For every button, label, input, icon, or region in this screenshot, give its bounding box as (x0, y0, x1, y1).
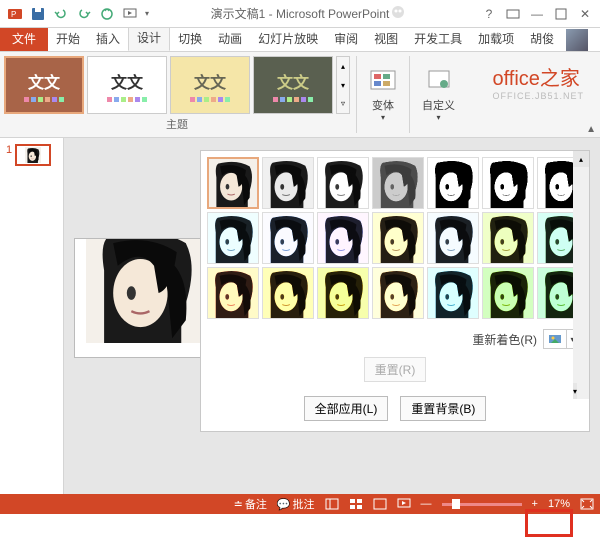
slideshow-icon[interactable] (119, 3, 141, 25)
recolor-option-0[interactable] (207, 157, 259, 209)
recolor-option-4[interactable] (427, 157, 479, 209)
tab-addins[interactable]: 加载项 (470, 26, 522, 51)
tab-transitions[interactable]: 切换 (170, 26, 210, 51)
recolor-row: 重新着色(R) ▾ (201, 325, 589, 353)
zoom-in-icon[interactable]: + (532, 498, 538, 510)
save-icon[interactable] (27, 3, 49, 25)
themes-gallery-expand[interactable]: ▴▾▿ (336, 56, 350, 114)
recolor-option-8[interactable] (262, 212, 314, 264)
zoom-out-icon[interactable]: — (421, 498, 432, 510)
recolor-label: 重新着色(R) (472, 331, 537, 348)
window-title: 演示文稿1 - Microsoft PowerPoint (211, 5, 390, 22)
reset-background-button[interactable]: 重置背景(B) (400, 396, 486, 421)
recolor-option-18[interactable] (427, 267, 479, 319)
tab-slideshow[interactable]: 幻灯片放映 (250, 26, 326, 51)
window-controls: ? — ✕ (478, 3, 596, 25)
view-normal-icon[interactable] (325, 498, 339, 510)
slide-number: 1 (6, 144, 12, 156)
recolor-option-10[interactable] (372, 212, 424, 264)
theme-thumb-3[interactable]: 文文 (170, 56, 250, 114)
ribbon-tabs: 文件 开始 插入 设计 切换 动画 幻灯片放映 审阅 视图 开发工具 加载项 胡… (0, 28, 600, 52)
tab-animations[interactable]: 动画 (210, 26, 250, 51)
redo-icon[interactable] (73, 3, 95, 25)
display-options-icon[interactable] (502, 3, 524, 25)
app-icon[interactable]: P (4, 3, 26, 25)
ribbon-content: 文文 文文 文文 文文 ▴▾▿ 主题 变体▾ 自定义▾ office之家OFFI… (0, 52, 600, 138)
tab-review[interactable]: 审阅 (326, 26, 366, 51)
recolor-panel: 重新着色(R) ▾ 重置(R) 全部应用(L) 重置背景(B) ▴ ▾ (200, 150, 590, 432)
statusbar: ≐ 备注 💬 批注 — + 17% (0, 494, 600, 514)
zoom-level[interactable]: 17% (548, 498, 570, 510)
recolor-option-17[interactable] (372, 267, 424, 319)
recolor-option-9[interactable] (317, 212, 369, 264)
quick-access-toolbar: P ▾ (4, 3, 152, 25)
slide-thumbnail-1[interactable] (15, 144, 51, 166)
recolor-option-11[interactable] (427, 212, 479, 264)
separator (356, 56, 357, 133)
scroll-up-icon[interactable]: ▴ (573, 151, 589, 167)
view-reading-icon[interactable] (373, 498, 387, 510)
recolor-option-12[interactable] (482, 212, 534, 264)
tab-view[interactable]: 视图 (366, 26, 406, 51)
variants-button[interactable]: 变体▾ (363, 56, 403, 133)
user-name[interactable]: 胡俊 (522, 26, 562, 51)
tab-home[interactable]: 开始 (48, 26, 88, 51)
comments-button[interactable]: 💬 批注 (277, 496, 315, 512)
tab-file[interactable]: 文件 (0, 26, 48, 51)
undo-icon[interactable] (50, 3, 72, 25)
tab-developer[interactable]: 开发工具 (406, 26, 470, 51)
themes-group-label: 主题 (4, 116, 350, 132)
recolor-option-15[interactable] (262, 267, 314, 319)
recolor-option-19[interactable] (482, 267, 534, 319)
recolor-grid (201, 151, 589, 325)
customize-label: 自定义 (422, 97, 455, 113)
collapse-ribbon-icon[interactable]: ▲ (586, 124, 596, 135)
theme-thumb-4[interactable]: 文文 (253, 56, 333, 114)
help-icon[interactable]: ? (478, 3, 500, 25)
view-sorter-icon[interactable] (349, 498, 363, 510)
reset-row: 重置(R) (201, 353, 589, 386)
svg-text:P: P (11, 10, 16, 19)
tab-insert[interactable]: 插入 (88, 26, 128, 51)
repeat-icon[interactable] (96, 3, 118, 25)
theme-thumb-2[interactable]: 文文 (87, 56, 167, 114)
action-row: 全部应用(L) 重置背景(B) (201, 386, 589, 431)
close-icon[interactable]: ✕ (574, 3, 596, 25)
scrollbar[interactable]: ▴ ▾ (573, 151, 589, 399)
avatar[interactable] (566, 29, 588, 51)
recolor-option-16[interactable] (317, 267, 369, 319)
slide-thumbnail-panel: 1 (0, 138, 64, 494)
zoom-slider[interactable] (442, 503, 522, 506)
view-slideshow-icon[interactable] (397, 498, 411, 510)
tab-design[interactable]: 设计 (128, 24, 170, 51)
qat-more-icon[interactable]: ▾ (142, 3, 152, 25)
theme-thumb-1[interactable]: 文文 (4, 56, 84, 114)
recolor-option-3[interactable] (372, 157, 424, 209)
minimize-icon[interactable]: — (526, 3, 548, 25)
separator (409, 56, 410, 133)
recolor-option-7[interactable] (207, 212, 259, 264)
decoration (390, 4, 420, 24)
recolor-option-1[interactable] (262, 157, 314, 209)
notes-button[interactable]: ≐ 备注 (234, 496, 267, 512)
variants-label: 变体 (372, 97, 394, 113)
recolor-option-2[interactable] (317, 157, 369, 209)
customize-button[interactable]: 自定义▾ (416, 56, 461, 133)
apply-all-button[interactable]: 全部应用(L) (304, 396, 389, 421)
watermark: office之家OFFICE.JB51.NET (492, 62, 584, 101)
scroll-down-icon[interactable]: ▾ (573, 383, 577, 399)
reset-button[interactable]: 重置(R) (364, 357, 427, 382)
fit-to-window-icon[interactable] (580, 498, 594, 510)
recolor-option-5[interactable] (482, 157, 534, 209)
themes-group: 文文 文文 文文 文文 ▴▾▿ 主题 (4, 56, 350, 133)
maximize-icon[interactable] (550, 3, 572, 25)
titlebar: P ▾ 演示文稿1 - Microsoft PowerPoint ? — ✕ (0, 0, 600, 28)
recolor-option-14[interactable] (207, 267, 259, 319)
